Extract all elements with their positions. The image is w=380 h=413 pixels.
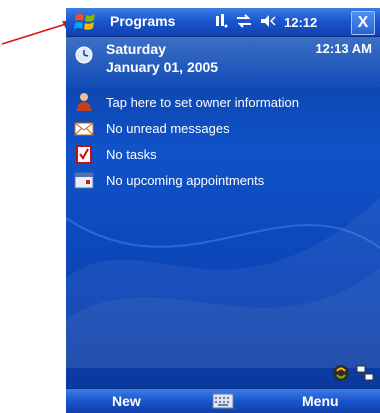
tray-icons — [332, 364, 374, 382]
close-button[interactable]: X — [351, 11, 375, 35]
messages-label: No unread messages — [106, 120, 230, 136]
signal-icon[interactable] — [216, 13, 228, 31]
title-bar: Programs 12:12 X — [66, 8, 380, 37]
appointments-label: No upcoming appointments — [106, 172, 265, 188]
tasks-item[interactable]: No tasks — [66, 142, 380, 166]
calendar-icon — [74, 170, 94, 190]
header-time: 12:13 AM — [315, 41, 372, 56]
sync-icon[interactable] — [332, 364, 350, 382]
volume-icon[interactable] — [260, 14, 276, 31]
keyboard-icon[interactable] — [212, 392, 234, 410]
envelope-icon — [74, 118, 94, 138]
softkey-bar: New Menu — [66, 388, 380, 413]
owner-info-item[interactable]: Tap here to set owner information — [66, 90, 380, 114]
owner-info-label: Tap here to set owner information — [106, 94, 299, 110]
start-button[interactable] — [68, 10, 102, 34]
menu-softkey[interactable]: Menu — [302, 393, 339, 409]
day-label: Saturday — [106, 41, 166, 57]
clock-time[interactable]: 12:12 — [284, 15, 317, 30]
owner-icon — [74, 92, 94, 112]
tasks-label: No tasks — [106, 146, 157, 162]
connectivity-icon[interactable] — [236, 13, 252, 31]
new-softkey[interactable]: New — [112, 393, 141, 409]
date-label: January 01, 2005 — [106, 59, 219, 75]
windows-flag-icon — [74, 14, 95, 30]
clock-icon — [75, 46, 93, 64]
today-screen: Programs 12:12 X Saturday January 01, 20… — [66, 8, 380, 413]
window-title: Programs — [110, 13, 176, 29]
messages-item[interactable]: No unread messages — [66, 116, 380, 140]
tasks-icon — [74, 144, 94, 164]
appointments-item[interactable]: No upcoming appointments — [66, 168, 380, 192]
network-icon[interactable] — [356, 364, 374, 382]
date-header[interactable]: Saturday January 01, 2005 12:13 AM — [66, 37, 380, 87]
status-area: 12:12 — [216, 11, 317, 33]
